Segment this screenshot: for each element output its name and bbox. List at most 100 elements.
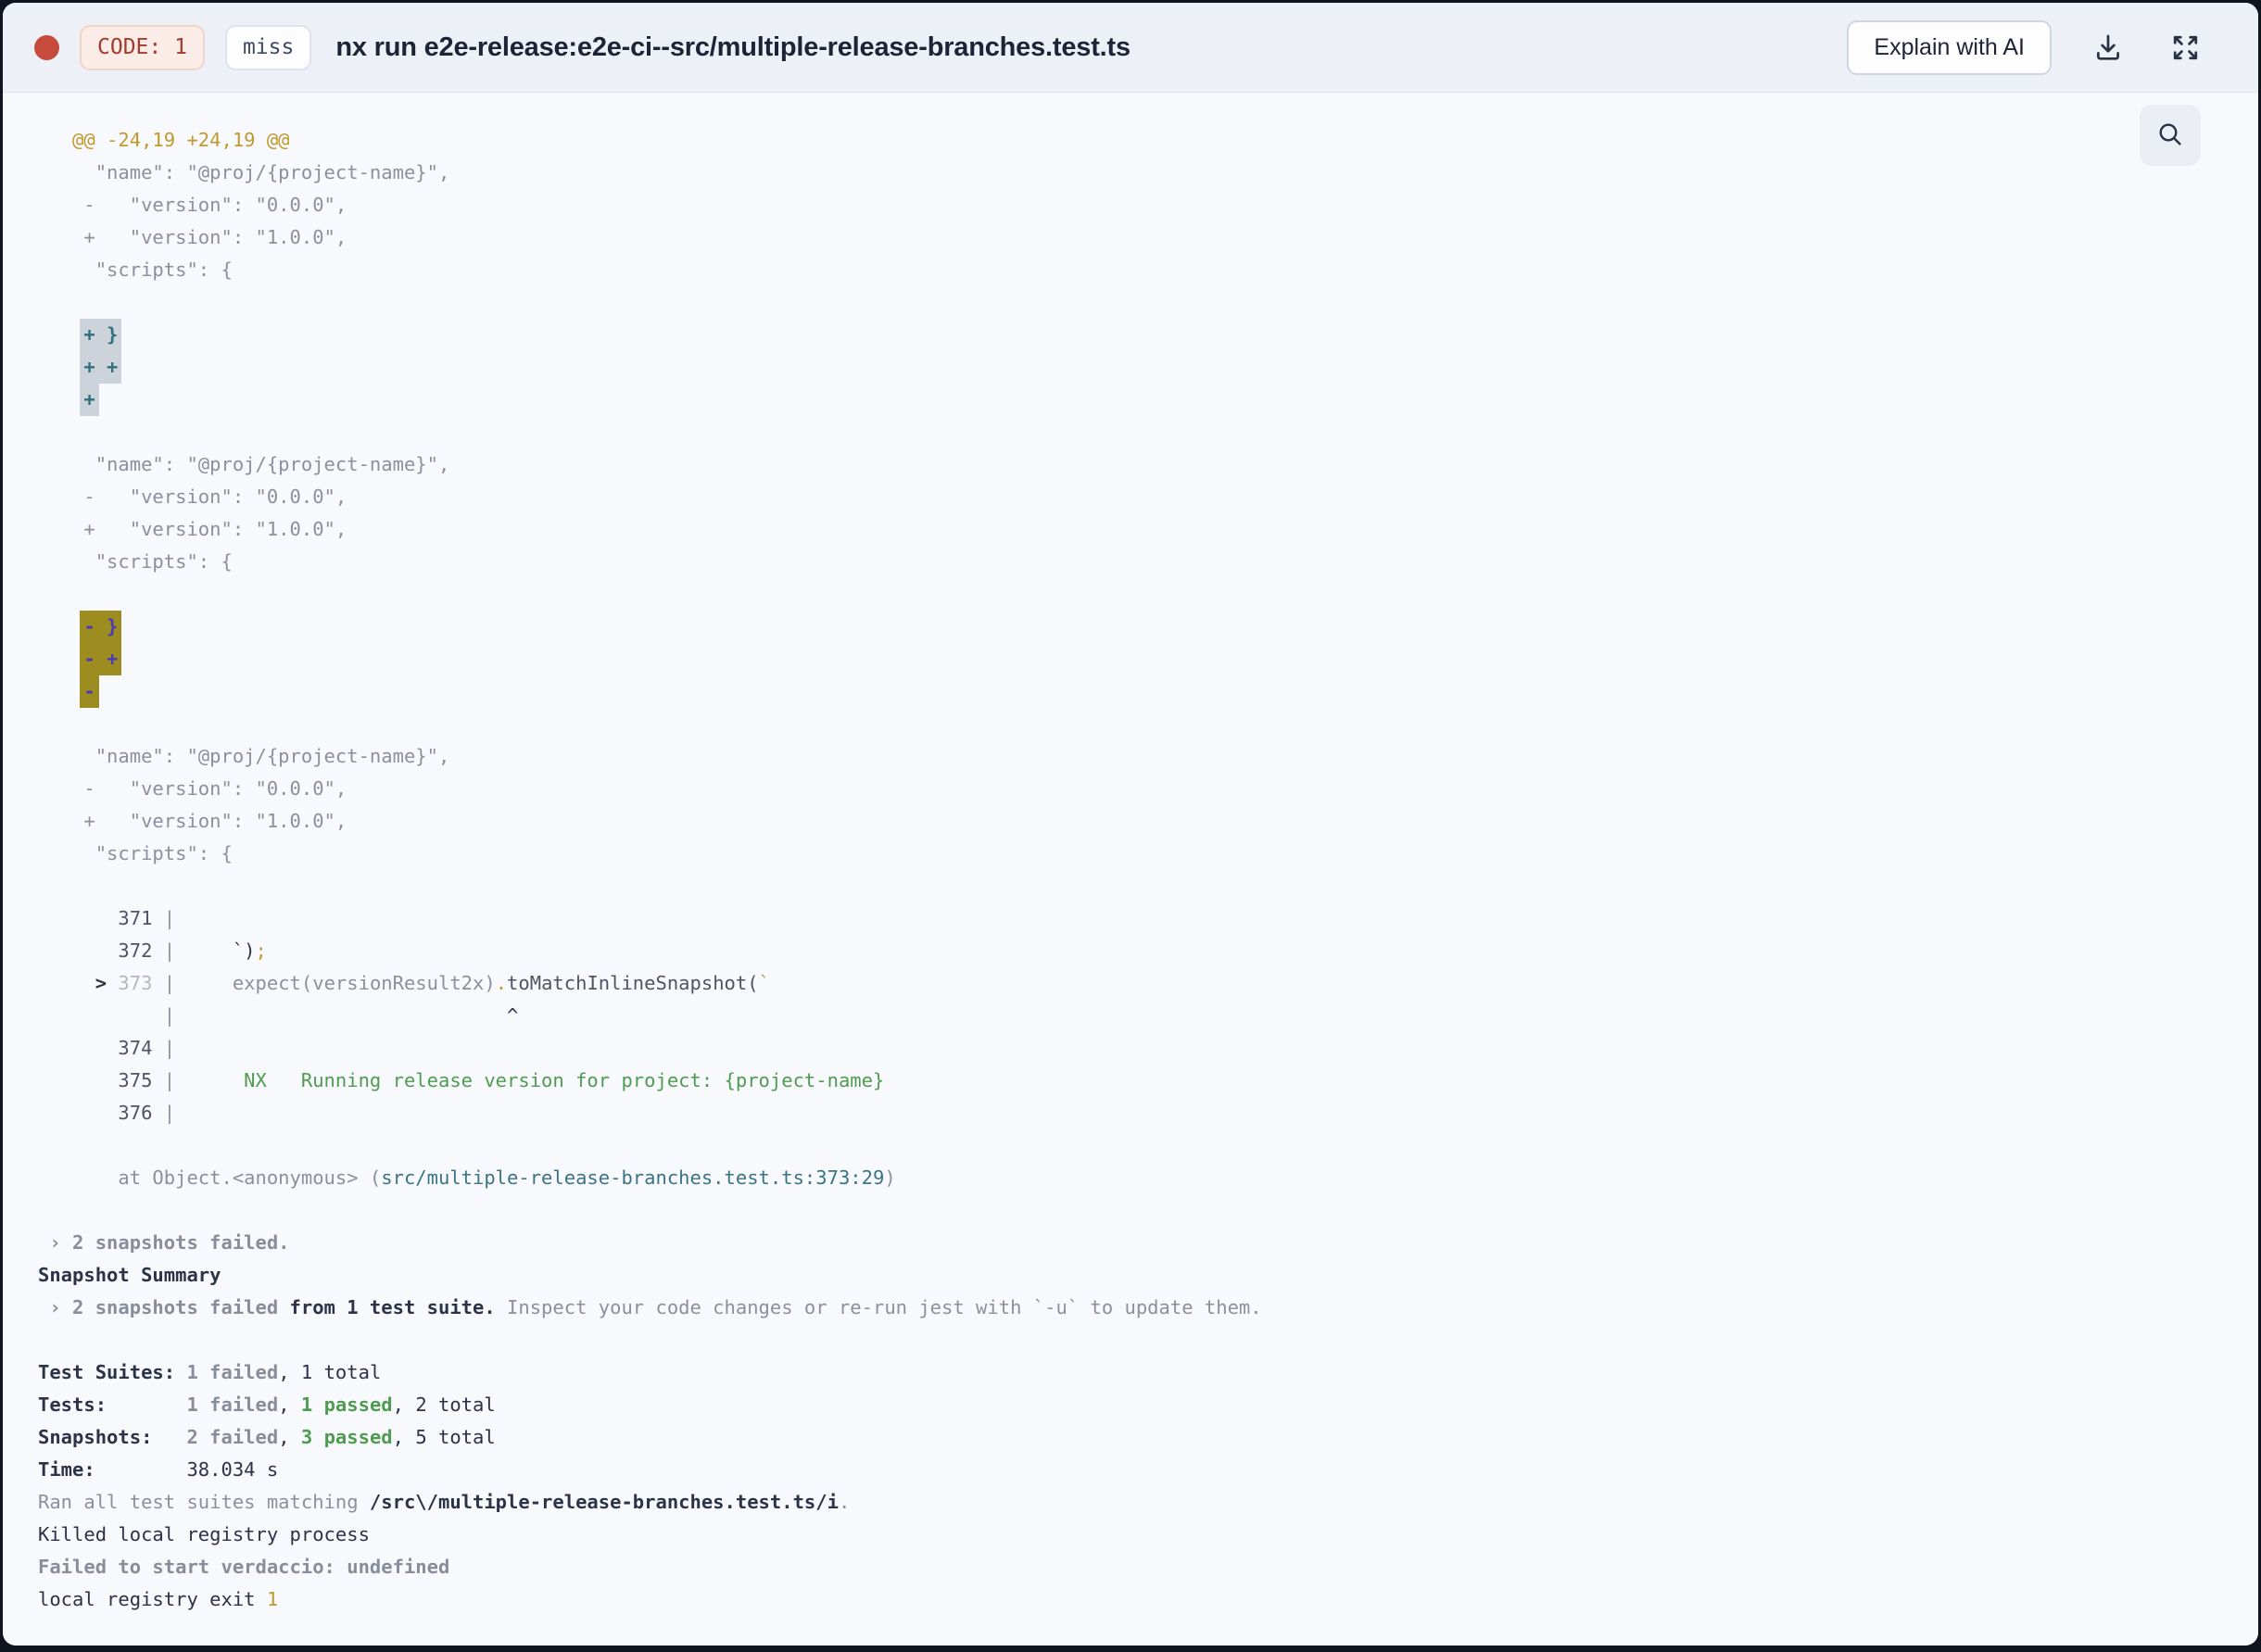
log-segment: + + [80,351,122,384]
log-segment: - "version": "0.0.0", [38,486,347,508]
download-icon [2092,32,2124,63]
log-segment: Inspect your code changes or re-run jest… [495,1296,1262,1318]
log-segment: , 2 total [392,1393,496,1416]
log-line: - [38,675,2258,708]
log-line: 376 | [38,1097,2258,1129]
log-line: + [38,384,2258,416]
log-segment: | [163,1037,176,1059]
log-segment: , 5 total [392,1426,496,1448]
log-segment: > [38,972,107,994]
status-dot [34,34,59,60]
log-line: 371 | [38,902,2258,935]
log-segment: + "version": "1.0.0", [38,810,347,832]
log-line: "scripts": { [38,838,2258,870]
task-output-window: CODE: 1 miss nx run e2e-release:e2e-ci--… [3,3,2258,1646]
log-line: Failed to start verdaccio: undefined [38,1551,2258,1583]
exit-code-badge: CODE: 1 [80,24,205,70]
log-line: Killed local registry process [38,1519,2258,1551]
log-segment: - } [80,611,122,643]
log-segment: , [278,1426,301,1448]
log-segment: "scripts": { [38,842,233,864]
log-segment [38,615,83,637]
log-line: 372 | `); [38,935,2258,967]
log-segment [38,323,83,346]
log-line: Ran all test suites matching /src\/multi… [38,1486,2258,1519]
log-line: Tests: 1 failed, 1 passed, 2 total [38,1389,2258,1421]
log-line: "name": "@proj/{project-name}", [38,740,2258,773]
log-segment: "scripts": { [38,259,233,281]
log-segment: | [163,939,176,962]
log-segment: . [838,1491,851,1513]
log-line: Test Suites: 1 failed, 1 total [38,1356,2258,1389]
log-segment: Ran all test suites matching [38,1491,370,1513]
log-segment: 374 [38,1037,164,1059]
log-segment: expect(versionResult2x) [175,972,496,994]
log-segment: at Object.<anonymous> ( [38,1166,382,1189]
explain-with-ai-button[interactable]: Explain with AI [1847,19,2052,75]
log-segment: - [80,675,99,708]
log-segment: , [278,1393,301,1416]
log-segment [38,356,83,378]
log-output: @@ -24,19 +24,19 @@ "name": "@proj/{proj… [3,93,2258,1616]
log-segment: + } [80,319,122,351]
log-segment: ^ [175,1004,519,1027]
log-segment: 372 [38,939,164,962]
task-title: nx run e2e-release:e2e-ci--src/multiple-… [335,32,1130,62]
log-segment: , 1 total [278,1361,382,1383]
log-segment: - "version": "0.0.0", [38,777,347,800]
fullscreen-button[interactable] [2165,27,2206,69]
log-panel: @@ -24,19 +24,19 @@ "name": "@proj/{proj… [3,93,2258,1646]
log-segment: 38.034 s [186,1458,279,1481]
log-line: "scripts": { [38,254,2258,286]
log-segment: 376 [38,1102,164,1124]
log-segment [38,388,83,410]
log-segment: 375 [38,1069,164,1091]
log-line: 375 | NX Running release version for pro… [38,1065,2258,1097]
log-segment: src/multiple-release-branches.test.ts:37… [381,1166,885,1189]
log-segment: - + [80,643,122,675]
log-line: at Object.<anonymous> (src/multiple-rele… [38,1162,2258,1194]
download-button[interactable] [2087,26,2129,69]
log-line: + "version": "1.0.0", [38,805,2258,838]
log-segment: + "version": "1.0.0", [38,518,347,540]
log-line: Snapshots: 2 failed, 3 passed, 5 total [38,1421,2258,1454]
log-line: Time: 38.034 s [38,1454,2258,1486]
log-segment: "name": "@proj/{project-name}", [38,453,450,475]
log-segment: Snapshot Summary [38,1264,221,1286]
log-segment: . [495,972,508,994]
log-segment: 2 failed [186,1426,279,1448]
log-segment: toMatchInlineSnapshot( [507,972,759,994]
log-segment: "name": "@proj/{project-name}", [38,161,450,183]
search-button[interactable] [2140,105,2201,166]
log-segment: 1 [266,1588,279,1610]
log-line: "name": "@proj/{project-name}", [38,157,2258,189]
log-segment: NX Running release version for project: … [175,1069,885,1091]
log-segment: Time: [38,1458,187,1481]
log-line: - "version": "0.0.0", [38,481,2258,513]
log-line: › 2 snapshots failed from 1 test suite. … [38,1292,2258,1324]
log-segment: 3 passed [300,1426,393,1448]
log-segment: ` [758,972,770,994]
log-line: "name": "@proj/{project-name}", [38,448,2258,481]
log-line: - "version": "0.0.0", [38,773,2258,805]
log-line: › 2 snapshots failed. [38,1227,2258,1259]
log-segment: 1 failed [186,1361,279,1383]
log-segment: - "version": "0.0.0", [38,194,347,216]
log-segment: Test Suites: [38,1361,187,1383]
log-segment: › 2 snapshots failed. [38,1231,290,1254]
log-segment [38,1004,164,1027]
log-segment: @@ -24,19 +24,19 @@ [38,129,290,151]
log-segment: ) [884,1166,896,1189]
log-segment: | [163,907,176,929]
log-line: | ^ [38,1000,2258,1032]
expand-icon [2170,32,2201,63]
log-segment: 1 failed [186,1393,279,1416]
task-header: CODE: 1 miss nx run e2e-release:e2e-ci--… [3,3,2258,93]
